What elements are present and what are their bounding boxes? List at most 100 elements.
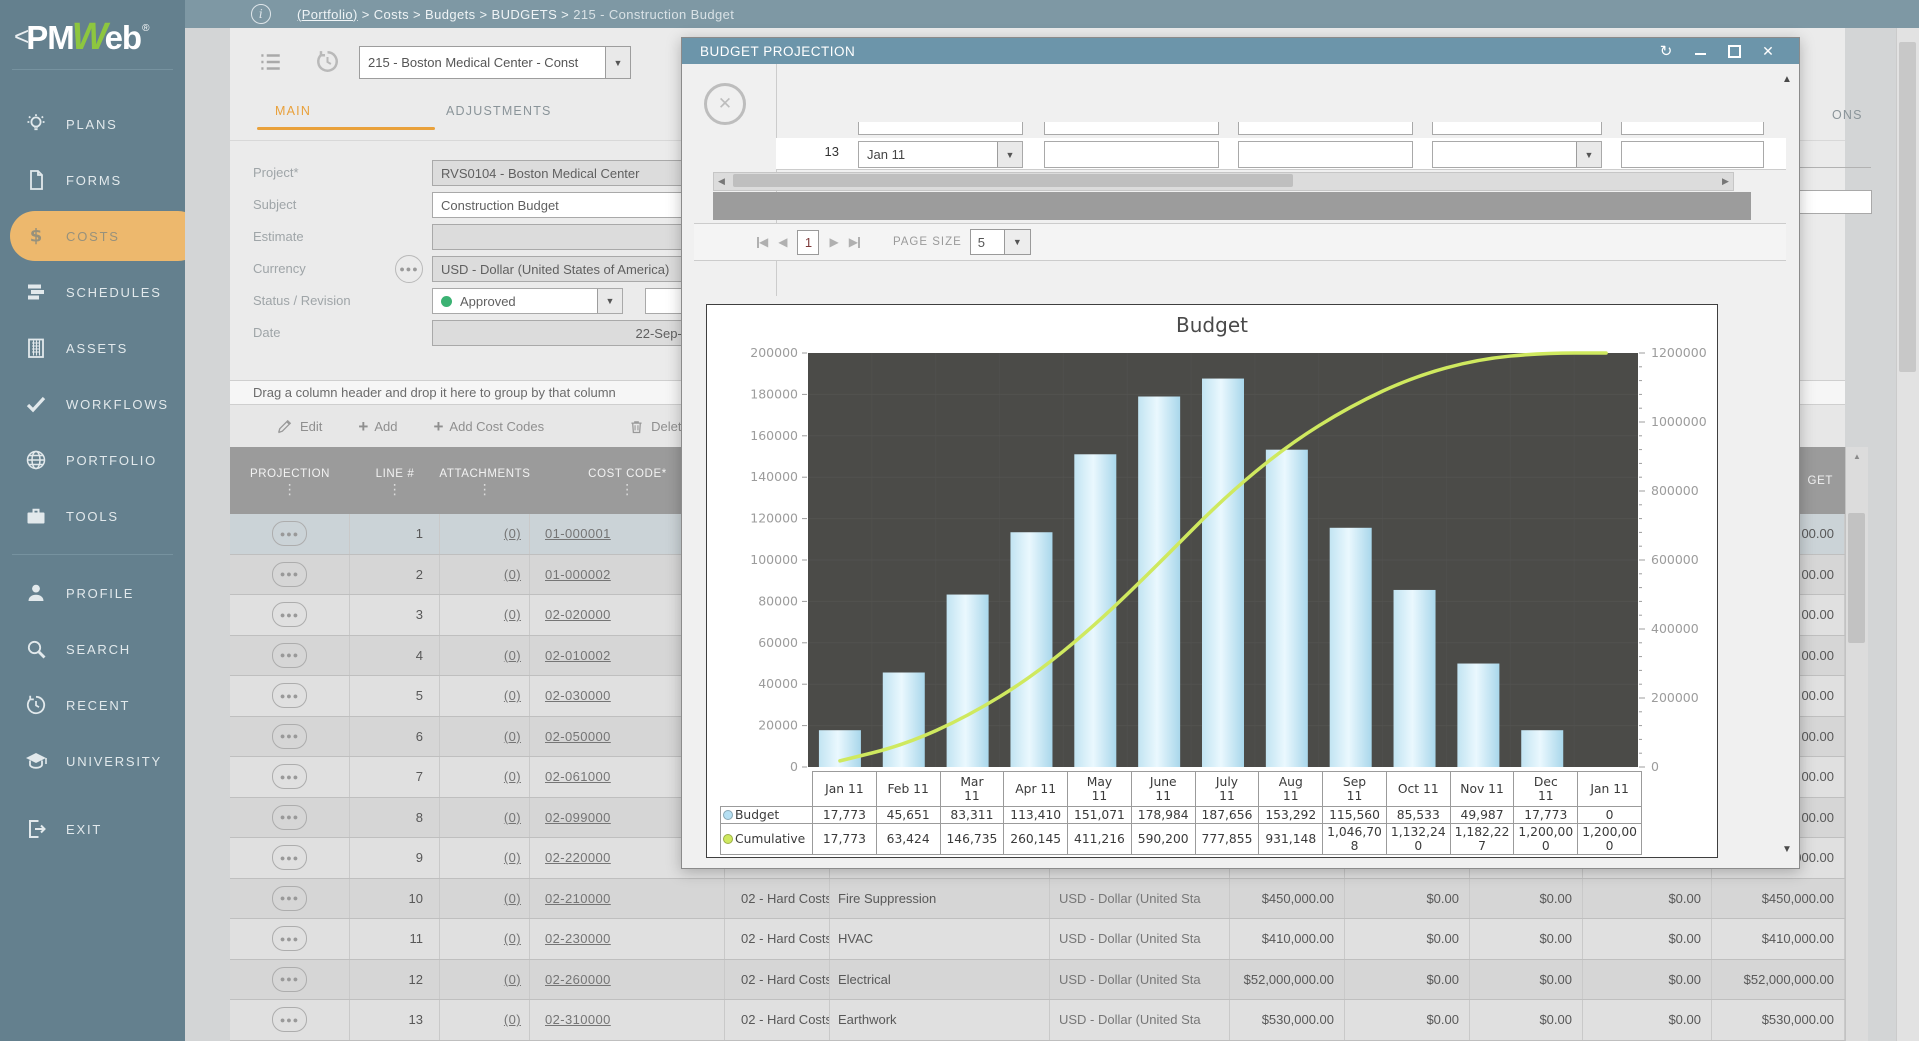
projection-input-2[interactable] — [1238, 141, 1413, 168]
attachments-link[interactable]: (0) — [504, 931, 521, 946]
attachments-link[interactable]: (0) — [504, 526, 521, 541]
cost-code-link[interactable]: 02-310000 — [545, 1012, 611, 1027]
cost-code-link[interactable]: 02-099000 — [545, 810, 611, 825]
cost-code-link[interactable]: 02-220000 — [545, 850, 611, 865]
delete-button[interactable]: Delete — [628, 418, 689, 435]
sidebar-item-exit[interactable]: EXIT — [0, 801, 185, 857]
table-row[interactable]: ●●●12(0)02-26000002 - Hard CostsElectric… — [230, 960, 1845, 1001]
attachments-link[interactable]: (0) — [504, 769, 521, 784]
column-menu-icon[interactable]: ⋮ — [620, 484, 635, 494]
sidebar-item-schedules[interactable]: SCHEDULES — [0, 264, 185, 320]
cost-code-link[interactable]: 01-000002 — [545, 567, 611, 582]
cancel-circle-icon[interactable]: ✕ — [704, 83, 746, 125]
cost-code-link[interactable]: 02-010002 — [545, 648, 611, 663]
projection-input-3[interactable] — [1621, 141, 1764, 168]
table-row[interactable]: ●●●10(0)02-21000002 - Hard CostsFire Sup… — [230, 879, 1845, 920]
breadcrumb-portfolio-link[interactable]: (Portfolio) — [297, 7, 358, 22]
cost-code-link[interactable]: 02-230000 — [545, 931, 611, 946]
tab-adjustments[interactable]: ADJUSTMENTS — [446, 104, 552, 118]
scroll-left-icon[interactable]: ◀ — [714, 176, 729, 187]
table-row[interactable]: ●●●11(0)02-23000002 - Hard CostsHVACUSD … — [230, 919, 1845, 960]
modal-header[interactable]: BUDGET PROJECTION ↻ ✕ — [682, 38, 1799, 64]
page-size-select[interactable]: 5 ▼ — [970, 229, 1031, 255]
projection-menu-button[interactable]: ●●● — [272, 926, 307, 951]
attachments-link[interactable]: (0) — [504, 850, 521, 865]
projection-menu-button[interactable]: ●●● — [272, 764, 307, 789]
grid-horizontal-scrollbar[interactable]: ◀ ▶ — [713, 172, 1734, 191]
column-menu-icon[interactable]: ⋮ — [388, 484, 403, 494]
projection-menu-button[interactable]: ●●● — [272, 562, 307, 587]
column-menu-icon[interactable]: ⋮ — [283, 484, 298, 494]
projection-menu-button[interactable]: ●●● — [272, 1007, 307, 1032]
sidebar-item-recent[interactable]: RECENT — [0, 677, 185, 733]
page-scrollbar-thumb[interactable] — [1899, 42, 1916, 372]
record-selector[interactable]: 215 - Boston Medical Center - Const ▼ — [359, 46, 631, 79]
attachments-link[interactable]: (0) — [504, 810, 521, 825]
tab-main[interactable]: MAIN — [275, 104, 311, 118]
projection-menu-button[interactable]: ●●● — [272, 683, 307, 708]
last-page-button[interactable]: ▶ — [849, 235, 860, 249]
sidebar-item-university[interactable]: UNIVERSITY — [0, 733, 185, 789]
currency-lookup-button[interactable]: ●●● — [395, 255, 423, 283]
projection-menu-button[interactable]: ●●● — [272, 845, 307, 870]
sidebar-item-plans[interactable]: PLANS — [0, 96, 185, 152]
column-menu-icon[interactable]: ⋮ — [478, 484, 493, 494]
subject-field[interactable]: Construction Budget — [432, 192, 698, 218]
cost-code-link[interactable]: 02-210000 — [545, 891, 611, 906]
grid-vertical-scrollbar[interactable]: ▲ — [1845, 447, 1868, 1041]
cost-code-link[interactable]: 02-061000 — [545, 769, 611, 784]
attachments-link[interactable]: (0) — [504, 567, 521, 582]
projection-menu-button[interactable]: ●●● — [272, 724, 307, 749]
projection-menu-button[interactable]: ●●● — [272, 521, 307, 546]
scroll-right-icon[interactable]: ▶ — [1718, 176, 1733, 187]
cost-code-link[interactable]: 02-020000 — [545, 607, 611, 622]
period-select[interactable]: Jan 11 ▼ — [858, 141, 1023, 168]
record-list-icon[interactable] — [257, 49, 283, 75]
cost-code-link[interactable]: 02-050000 — [545, 729, 611, 744]
sidebar-item-search[interactable]: SEARCH — [0, 621, 185, 677]
page-vertical-scrollbar[interactable] — [1896, 28, 1919, 1041]
sidebar-item-costs[interactable]: $COSTS — [0, 208, 185, 264]
projection-input-1[interactable] — [1044, 141, 1219, 168]
modal-refresh-icon[interactable]: ↻ — [1649, 38, 1683, 64]
modal-maximize-icon[interactable] — [1717, 38, 1751, 64]
date-field[interactable]: 22-Sep-2 — [432, 320, 698, 346]
edit-button[interactable]: Edit — [276, 417, 322, 435]
scroll-up-icon[interactable]: ▲ — [1846, 447, 1868, 465]
column-header-projection[interactable]: PROJECTION⋮ — [230, 447, 350, 514]
projection-menu-button[interactable]: ●●● — [272, 602, 307, 627]
add-cost-codes-button[interactable]: +Add Cost Codes — [433, 418, 544, 435]
prev-page-button[interactable]: ◀ — [778, 235, 787, 249]
projection-select-2[interactable]: ▼ — [1432, 141, 1602, 168]
sidebar-item-forms[interactable]: FORMS — [0, 152, 185, 208]
attachments-link[interactable]: (0) — [504, 891, 521, 906]
cost-code-link[interactable]: 02-030000 — [545, 688, 611, 703]
attachments-link[interactable]: (0) — [504, 688, 521, 703]
status-select[interactable]: Approved ▼ — [432, 288, 623, 314]
record-selector-dropdown-button[interactable]: ▼ — [605, 47, 630, 78]
attachments-link[interactable]: (0) — [504, 607, 521, 622]
tab-sliver[interactable]: ONS — [1832, 108, 1863, 122]
projection-menu-button[interactable]: ●●● — [272, 643, 307, 668]
info-icon[interactable]: i — [251, 4, 271, 24]
pmweb-logo[interactable]: <PMWeb® — [0, 0, 185, 59]
projection-menu-button[interactable]: ●●● — [272, 805, 307, 830]
modal-scroll-up-icon[interactable]: ▲ — [1780, 74, 1794, 85]
hscrollbar-thumb[interactable] — [733, 174, 1293, 187]
column-header-line-[interactable]: LINE #⋮ — [350, 447, 440, 514]
attachments-link[interactable]: (0) — [504, 648, 521, 663]
projection-menu-button[interactable]: ●●● — [272, 967, 307, 992]
sidebar-item-tools[interactable]: TOOLS — [0, 488, 185, 544]
attachments-link[interactable]: (0) — [504, 1012, 521, 1027]
modal-scroll-down-icon[interactable]: ▼ — [1780, 844, 1794, 855]
column-header-attachments[interactable]: ATTACHMENTS⋮ — [440, 447, 530, 514]
status-dropdown-button[interactable]: ▼ — [597, 289, 622, 313]
add-button[interactable]: +Add — [358, 418, 397, 435]
page-size-dropdown-button[interactable]: ▼ — [1005, 229, 1031, 255]
attachments-link[interactable]: (0) — [504, 972, 521, 987]
page-number[interactable]: 1 — [797, 230, 819, 255]
cost-code-link[interactable]: 01-000001 — [545, 526, 611, 541]
attachments-link[interactable]: (0) — [504, 729, 521, 744]
next-page-button[interactable]: ▶ — [829, 235, 838, 249]
cost-code-link[interactable]: 02-260000 — [545, 972, 611, 987]
